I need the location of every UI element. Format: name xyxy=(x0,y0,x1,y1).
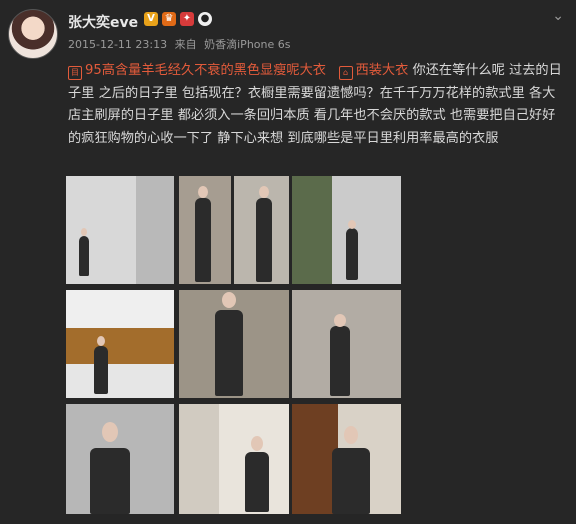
post-image-3[interactable] xyxy=(234,176,289,284)
post-body: 目 95高含量羊毛经久不衰的黑色显瘦呢大衣 ⌂ 西装大衣 你还在等什么呢 过去的日子… xyxy=(68,60,564,150)
post-image-2[interactable] xyxy=(179,176,231,284)
post-source-prefix: 来自 xyxy=(174,38,197,51)
post-image-8[interactable] xyxy=(66,404,174,514)
gift-icon[interactable]: ✦ xyxy=(180,12,194,26)
shop-icon: 目 xyxy=(68,66,82,80)
post-image-6[interactable] xyxy=(179,290,289,398)
post-image-7[interactable] xyxy=(292,290,401,398)
user-badges: V ♛ ✦ ● xyxy=(144,12,212,26)
product-link-1[interactable]: 目 95高含量羊毛经久不衰的黑色显瘦呢大衣 xyxy=(68,63,330,80)
post-image-1[interactable] xyxy=(66,176,174,284)
verified-v-icon[interactable]: V xyxy=(144,12,158,26)
post-meta: 2015-12-11 23:13 来自 奶香滴iPhone 6s xyxy=(68,36,294,52)
post-image-5[interactable] xyxy=(66,290,174,398)
shop-icon: ⌂ xyxy=(338,66,353,80)
post-image-4[interactable] xyxy=(292,176,401,284)
chevron-down-icon[interactable]: ⌄ xyxy=(552,8,564,24)
post-image-9[interactable] xyxy=(179,404,289,514)
post-image-10[interactable] xyxy=(292,404,401,514)
crown-icon[interactable]: ♛ xyxy=(162,12,176,26)
username[interactable]: 张大奕eve xyxy=(68,12,138,32)
panda-icon[interactable]: ● xyxy=(198,12,212,26)
post-timestamp[interactable]: 2015-12-11 23:13 xyxy=(68,38,167,51)
avatar[interactable] xyxy=(8,9,58,59)
product-link-1-text: 95高含量羊毛经久不衰的黑色显瘦呢大衣 xyxy=(85,63,326,78)
product-link-2-text: 西装大衣 xyxy=(355,63,409,78)
product-link-2[interactable]: ⌂ 西装大衣 xyxy=(338,63,413,80)
post-source[interactable]: 奶香滴iPhone 6s xyxy=(204,38,290,51)
